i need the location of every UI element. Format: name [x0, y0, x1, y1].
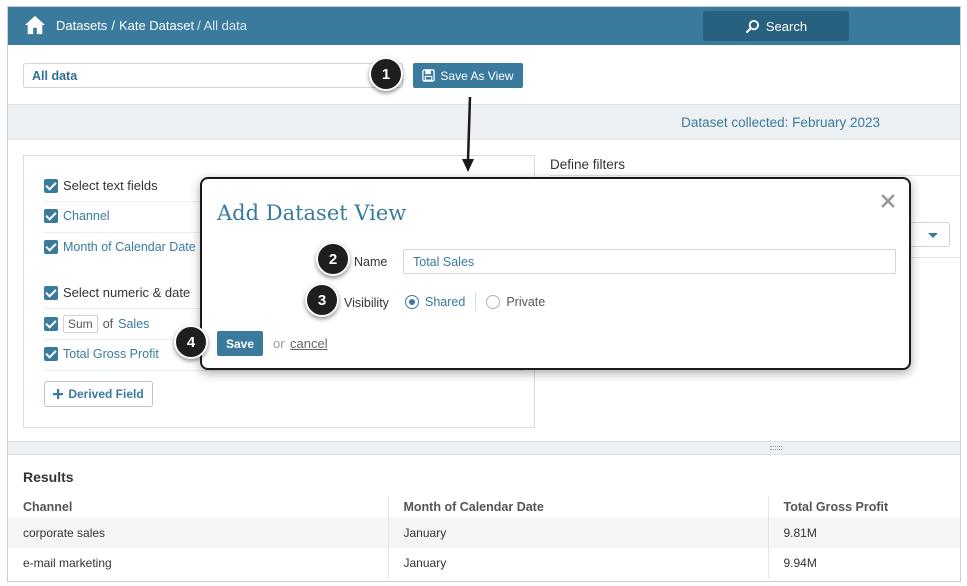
- visibility-radio-group: Shared Private: [405, 293, 545, 311]
- derived-field-button[interactable]: Derived Field: [44, 381, 153, 407]
- shared-radio[interactable]: [405, 295, 419, 309]
- column-header-month[interactable]: Month of Calendar Date: [388, 496, 769, 518]
- table-cell: January: [388, 518, 769, 548]
- select-text-fields-checkbox[interactable]: Select text fields: [44, 178, 158, 193]
- column-header-channel[interactable]: Channel: [8, 496, 389, 518]
- view-name-input[interactable]: All data: [23, 63, 403, 88]
- field-month-checkbox[interactable]: Month of Calendar Date: [44, 240, 196, 254]
- callout-arrow-icon: [462, 96, 474, 172]
- save-as-view-label: Save As View: [440, 68, 514, 83]
- close-icon[interactable]: [878, 191, 898, 211]
- step-marker-1: 1: [369, 57, 403, 91]
- visibility-label: Visibility: [344, 296, 389, 310]
- name-label: Name: [354, 255, 388, 269]
- search-label: Search: [765, 18, 808, 34]
- column-header-gross-profit[interactable]: Total Gross Profit: [768, 496, 960, 518]
- shared-radio-label[interactable]: Shared: [425, 295, 465, 309]
- step-marker-4: 4: [174, 325, 208, 359]
- private-radio[interactable]: [486, 295, 501, 309]
- dataset-collected-text: Dataset collected: February 2023: [681, 115, 880, 130]
- table-row: e-mail marketing January 9.94M: [8, 548, 960, 578]
- view-name-field[interactable]: Total Sales: [403, 249, 896, 274]
- floppy-disk-icon: [422, 69, 436, 82]
- table-cell: corporate sales: [8, 518, 389, 548]
- cancel-link[interactable]: cancel: [290, 336, 328, 351]
- breadcrumb-current: / All data: [197, 18, 247, 33]
- results-table: Channel Month of Calendar Date Total Gro…: [8, 496, 960, 578]
- search-icon: [745, 19, 759, 33]
- or-text: or: [273, 336, 285, 351]
- table-cell: 9.81M: [768, 518, 960, 548]
- panel-resize-handle[interactable]: [8, 441, 960, 455]
- private-radio-label[interactable]: Private: [506, 295, 545, 309]
- table-cell: January: [388, 548, 769, 578]
- step-marker-3: 3: [305, 283, 339, 317]
- step-marker-2: 2: [316, 242, 350, 276]
- save-as-view-button[interactable]: Save As View: [413, 63, 523, 88]
- checkbox-checked-icon: [44, 240, 58, 254]
- breadcrumb-datasets[interactable]: Datasets: [56, 18, 107, 33]
- filter-dropdown[interactable]: [908, 222, 950, 247]
- divider: [475, 293, 477, 311]
- table-cell: 9.94M: [783, 556, 817, 570]
- define-filters-title: Define filters: [550, 157, 626, 172]
- dialog-title: Add Dataset View: [217, 201, 407, 225]
- search-button[interactable]: Search: [703, 11, 849, 41]
- divider: [550, 175, 960, 176]
- checkbox-checked-icon: [44, 317, 58, 331]
- results-title: Results: [23, 469, 74, 485]
- add-dataset-view-dialog: Add Dataset View Name Total Sales Visibi…: [200, 177, 911, 370]
- field-gross-profit-checkbox[interactable]: Total Gross Profit: [44, 347, 159, 361]
- checkbox-checked-icon: [44, 347, 58, 361]
- grip-icon: [770, 446, 782, 450]
- breadcrumb-kate-dataset[interactable]: Kate Dataset: [119, 18, 194, 33]
- field-channel-checkbox[interactable]: Channel: [44, 209, 110, 223]
- top-navigation-bar: Datasets / Kate Dataset / All data Search: [8, 7, 960, 45]
- home-icon[interactable]: [24, 15, 46, 35]
- checkbox-checked-icon: [44, 285, 58, 300]
- table-cell: e-mail marketing: [8, 548, 389, 578]
- table-row: corporate sales January 9.81M: [8, 518, 960, 548]
- breadcrumb: Datasets / Kate Dataset / All data: [56, 18, 247, 33]
- select-numeric-fields-checkbox[interactable]: Select numeric & date: [44, 285, 190, 300]
- plus-icon: [53, 389, 64, 399]
- table-header-row: Channel Month of Calendar Date Total Gro…: [8, 496, 960, 518]
- dataset-info-strip: Dataset collected: February 2023: [8, 104, 960, 140]
- divider: [44, 370, 524, 371]
- checkbox-checked-icon: [44, 209, 58, 223]
- aggregate-select[interactable]: Sum: [63, 315, 98, 333]
- checkbox-checked-icon: [44, 178, 58, 193]
- save-button[interactable]: Save: [217, 331, 263, 356]
- field-sum-sales-checkbox[interactable]: Sum of Sales: [44, 315, 149, 333]
